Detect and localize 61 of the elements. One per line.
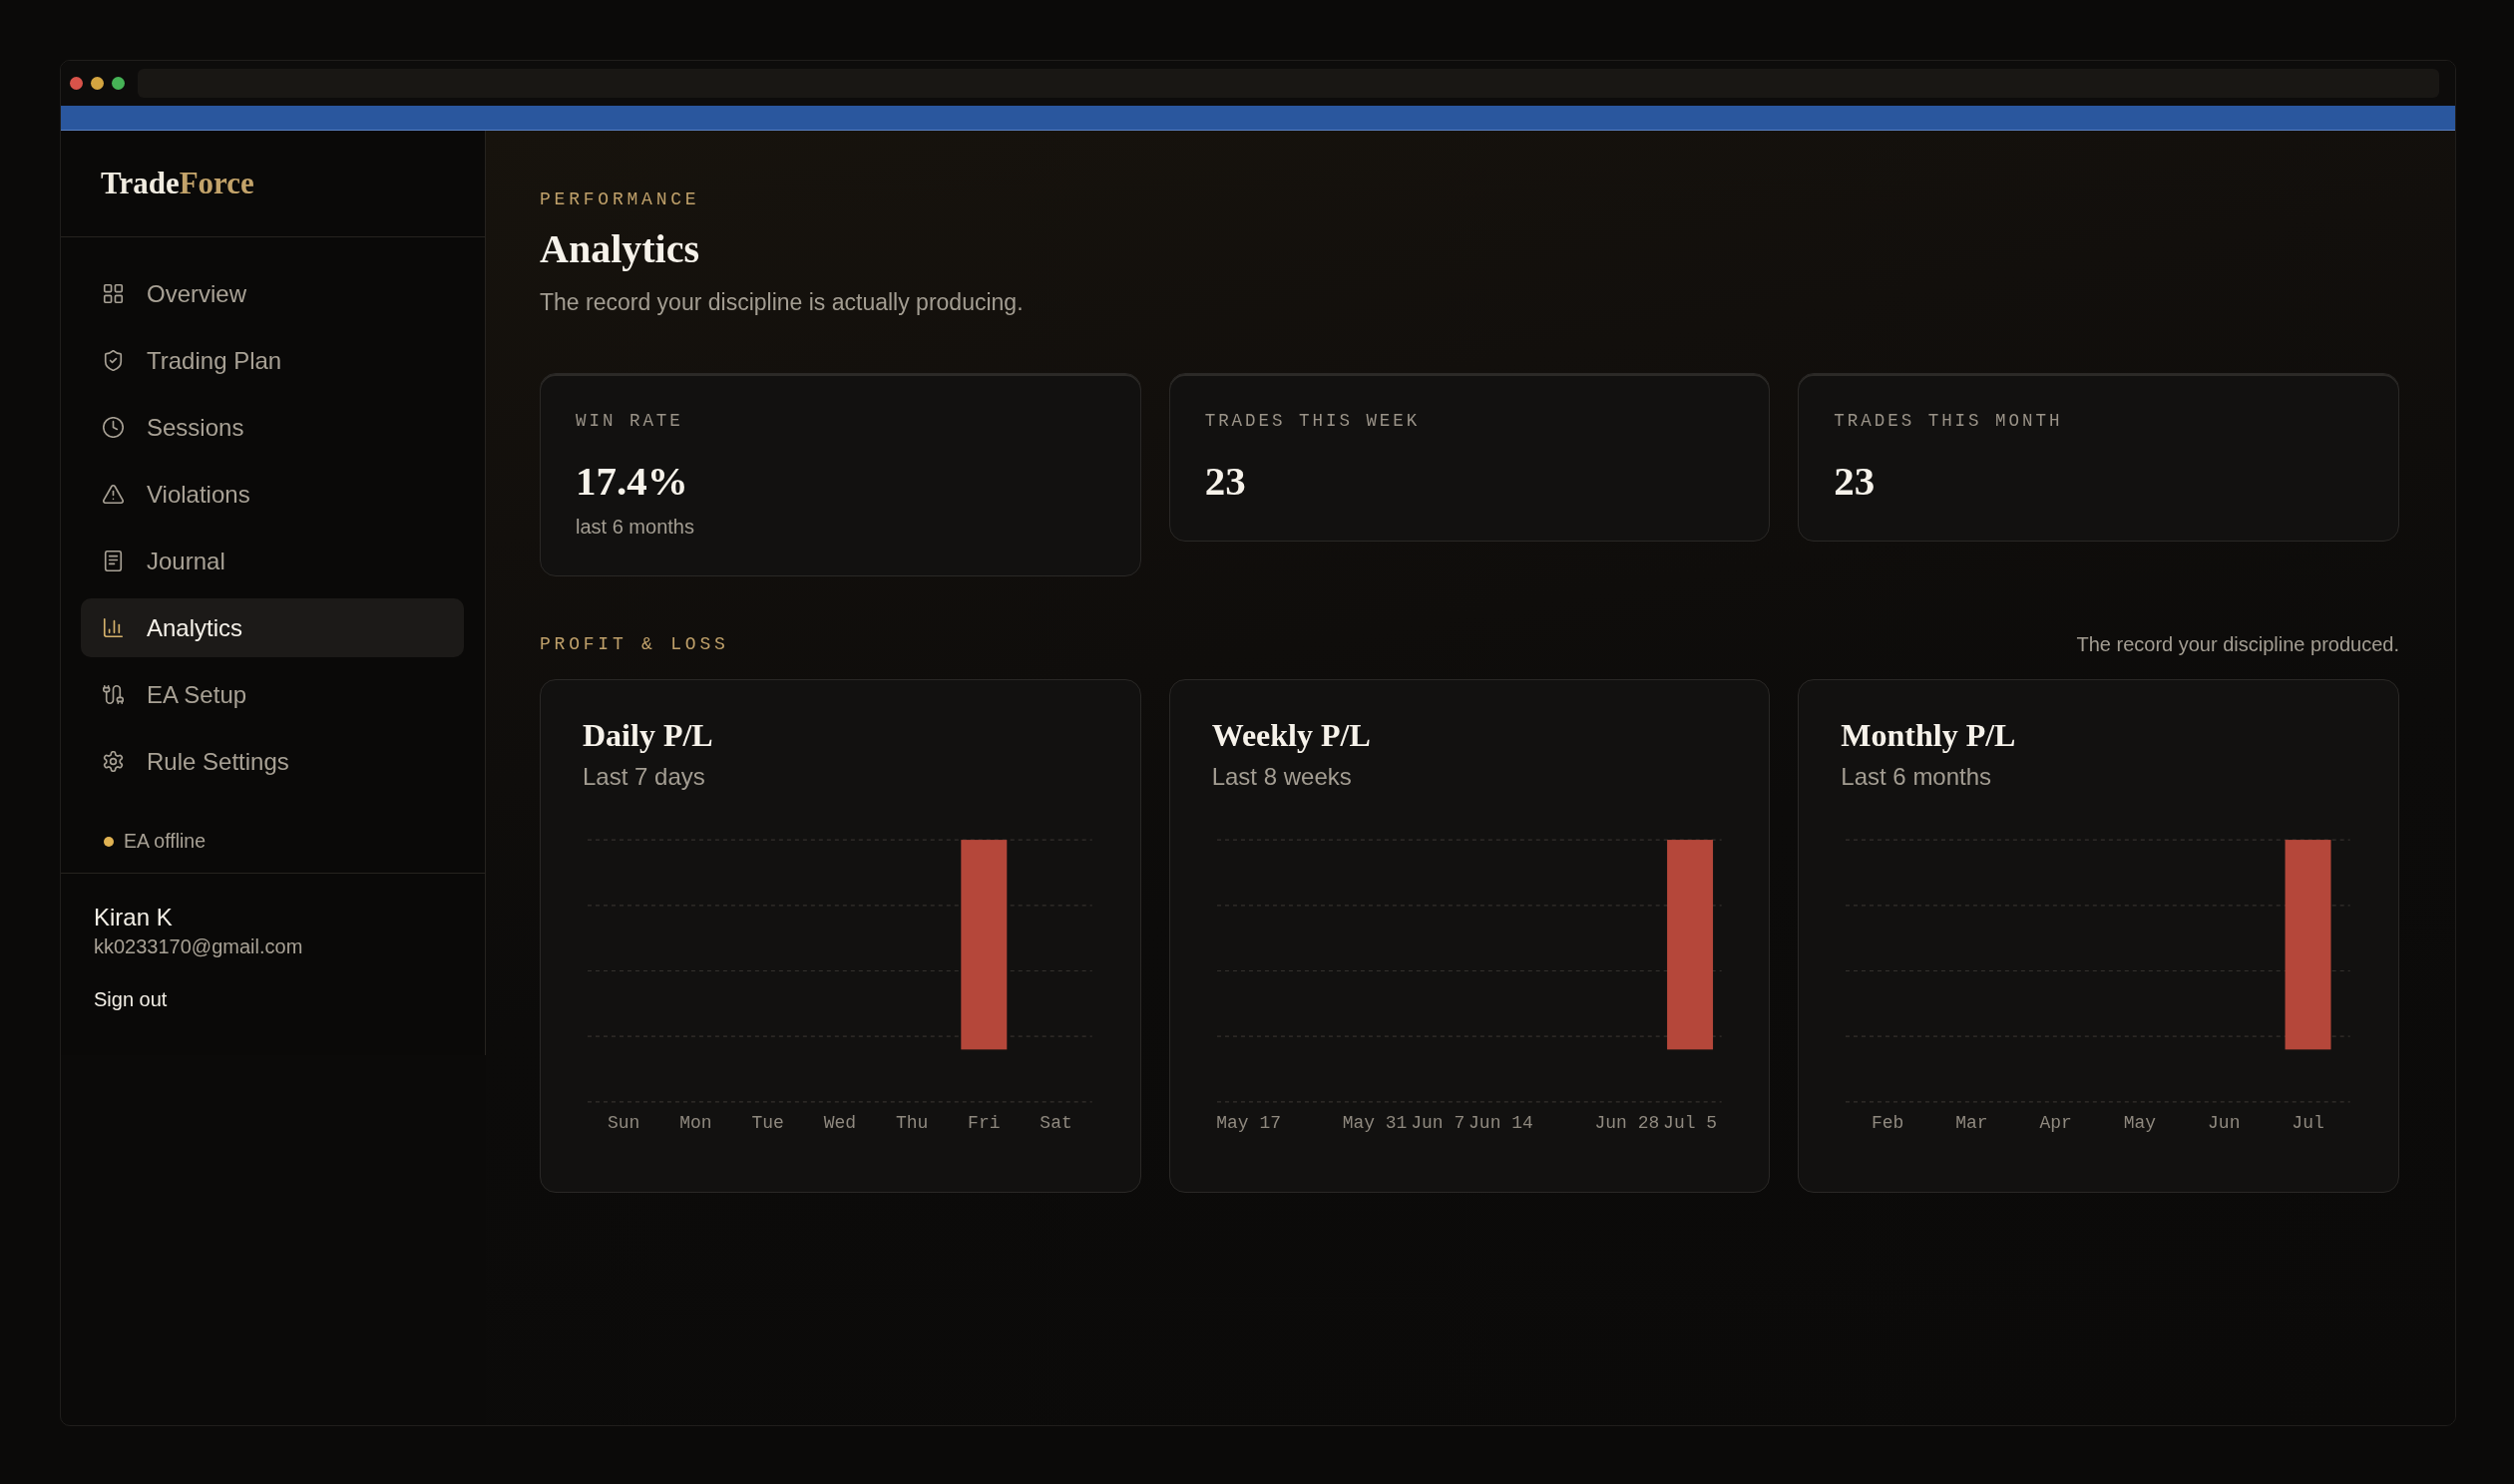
page-subtitle: The record your discipline is actually producing.	[540, 288, 1025, 317]
stat-value: 23	[1204, 457, 1247, 505]
cable-icon	[103, 684, 124, 705]
maximize-icon[interactable]	[112, 77, 125, 90]
warning-icon	[103, 484, 124, 505]
page-title: Analytics	[540, 225, 700, 273]
axis-label: Jul	[2292, 1112, 2325, 1133]
stat-label: TRADES THIS MONTH	[1834, 410, 2064, 432]
section-caption: The record your discipline produced.	[2076, 633, 2399, 655]
chart-title: Monthly P/L	[1841, 716, 2017, 755]
stat-value: 23	[1834, 457, 1877, 505]
status-text: EA offline	[124, 829, 207, 855]
axis-label: Mar	[1955, 1112, 1988, 1133]
axis-label: May 17	[1215, 1112, 1281, 1133]
bar-chart-icon	[103, 617, 124, 638]
section-eyebrow: PERFORMANCE	[540, 188, 701, 210]
axis-label: Jun 7	[1410, 1112, 1465, 1133]
stat-label: WIN RATE	[576, 410, 684, 432]
axis-label: Sat	[1040, 1112, 1072, 1133]
grid-icon	[103, 283, 124, 304]
sign-out-link[interactable]: Sign out	[94, 986, 168, 1012]
nav-item[interactable]: Trading Plan	[81, 331, 464, 390]
axis-label: Apr	[2039, 1112, 2073, 1133]
nav-item[interactable]: Violations	[81, 465, 464, 524]
stat-note: last 6 months	[576, 515, 695, 540]
close-icon[interactable]	[70, 77, 83, 90]
axis-label: Feb	[1872, 1112, 1904, 1133]
axis-label: Mon	[679, 1112, 712, 1133]
section-eyebrow: PROFIT & LOSS	[540, 633, 729, 655]
axis-label: Jun	[2208, 1112, 2241, 1133]
chart-title: Daily P/L	[583, 716, 714, 755]
stat-value: 17.4%	[576, 457, 689, 505]
shield-check-icon	[103, 350, 124, 371]
brand-logo: TradeForce	[101, 164, 254, 202]
chart-subtitle: Last 7 days	[583, 762, 706, 792]
axis-label: Jun 14	[1467, 1112, 1533, 1133]
user-email: kk0233170@gmail.com	[94, 934, 304, 959]
document-icon	[103, 551, 124, 571]
axis-label: Sun	[607, 1112, 640, 1133]
nav-item[interactable]: EA Setup	[81, 665, 464, 724]
chart-subtitle: Last 6 months	[1841, 762, 1993, 792]
chart-subtitle: Last 8 weeks	[1211, 762, 1353, 792]
user-name: Kiran K	[94, 903, 174, 931]
axis-label: Wed	[823, 1112, 856, 1133]
nav-item[interactable]: Overview	[81, 264, 464, 323]
nav-item[interactable]: Sessions	[81, 398, 464, 457]
clock-icon	[103, 417, 124, 438]
axis-label: Fri	[968, 1112, 1001, 1133]
nav-item[interactable]: Rule Settings	[81, 732, 464, 791]
axis-label: Jun 28	[1594, 1112, 1659, 1133]
gear-icon	[103, 751, 124, 772]
axis-label: Jul 5	[1662, 1112, 1717, 1133]
chart-title: Weekly P/L	[1211, 716, 1372, 755]
stat-label: TRADES THIS WEEK	[1204, 410, 1422, 432]
nav-item[interactable]: Journal	[81, 532, 464, 590]
axis-label: Tue	[751, 1112, 784, 1133]
minimize-icon[interactable]	[91, 77, 104, 90]
axis-label: Thu	[895, 1112, 929, 1133]
axis-label: May	[2124, 1112, 2157, 1133]
nav-item[interactable]: Analytics	[81, 598, 464, 657]
axis-label: May 31	[1342, 1112, 1408, 1133]
